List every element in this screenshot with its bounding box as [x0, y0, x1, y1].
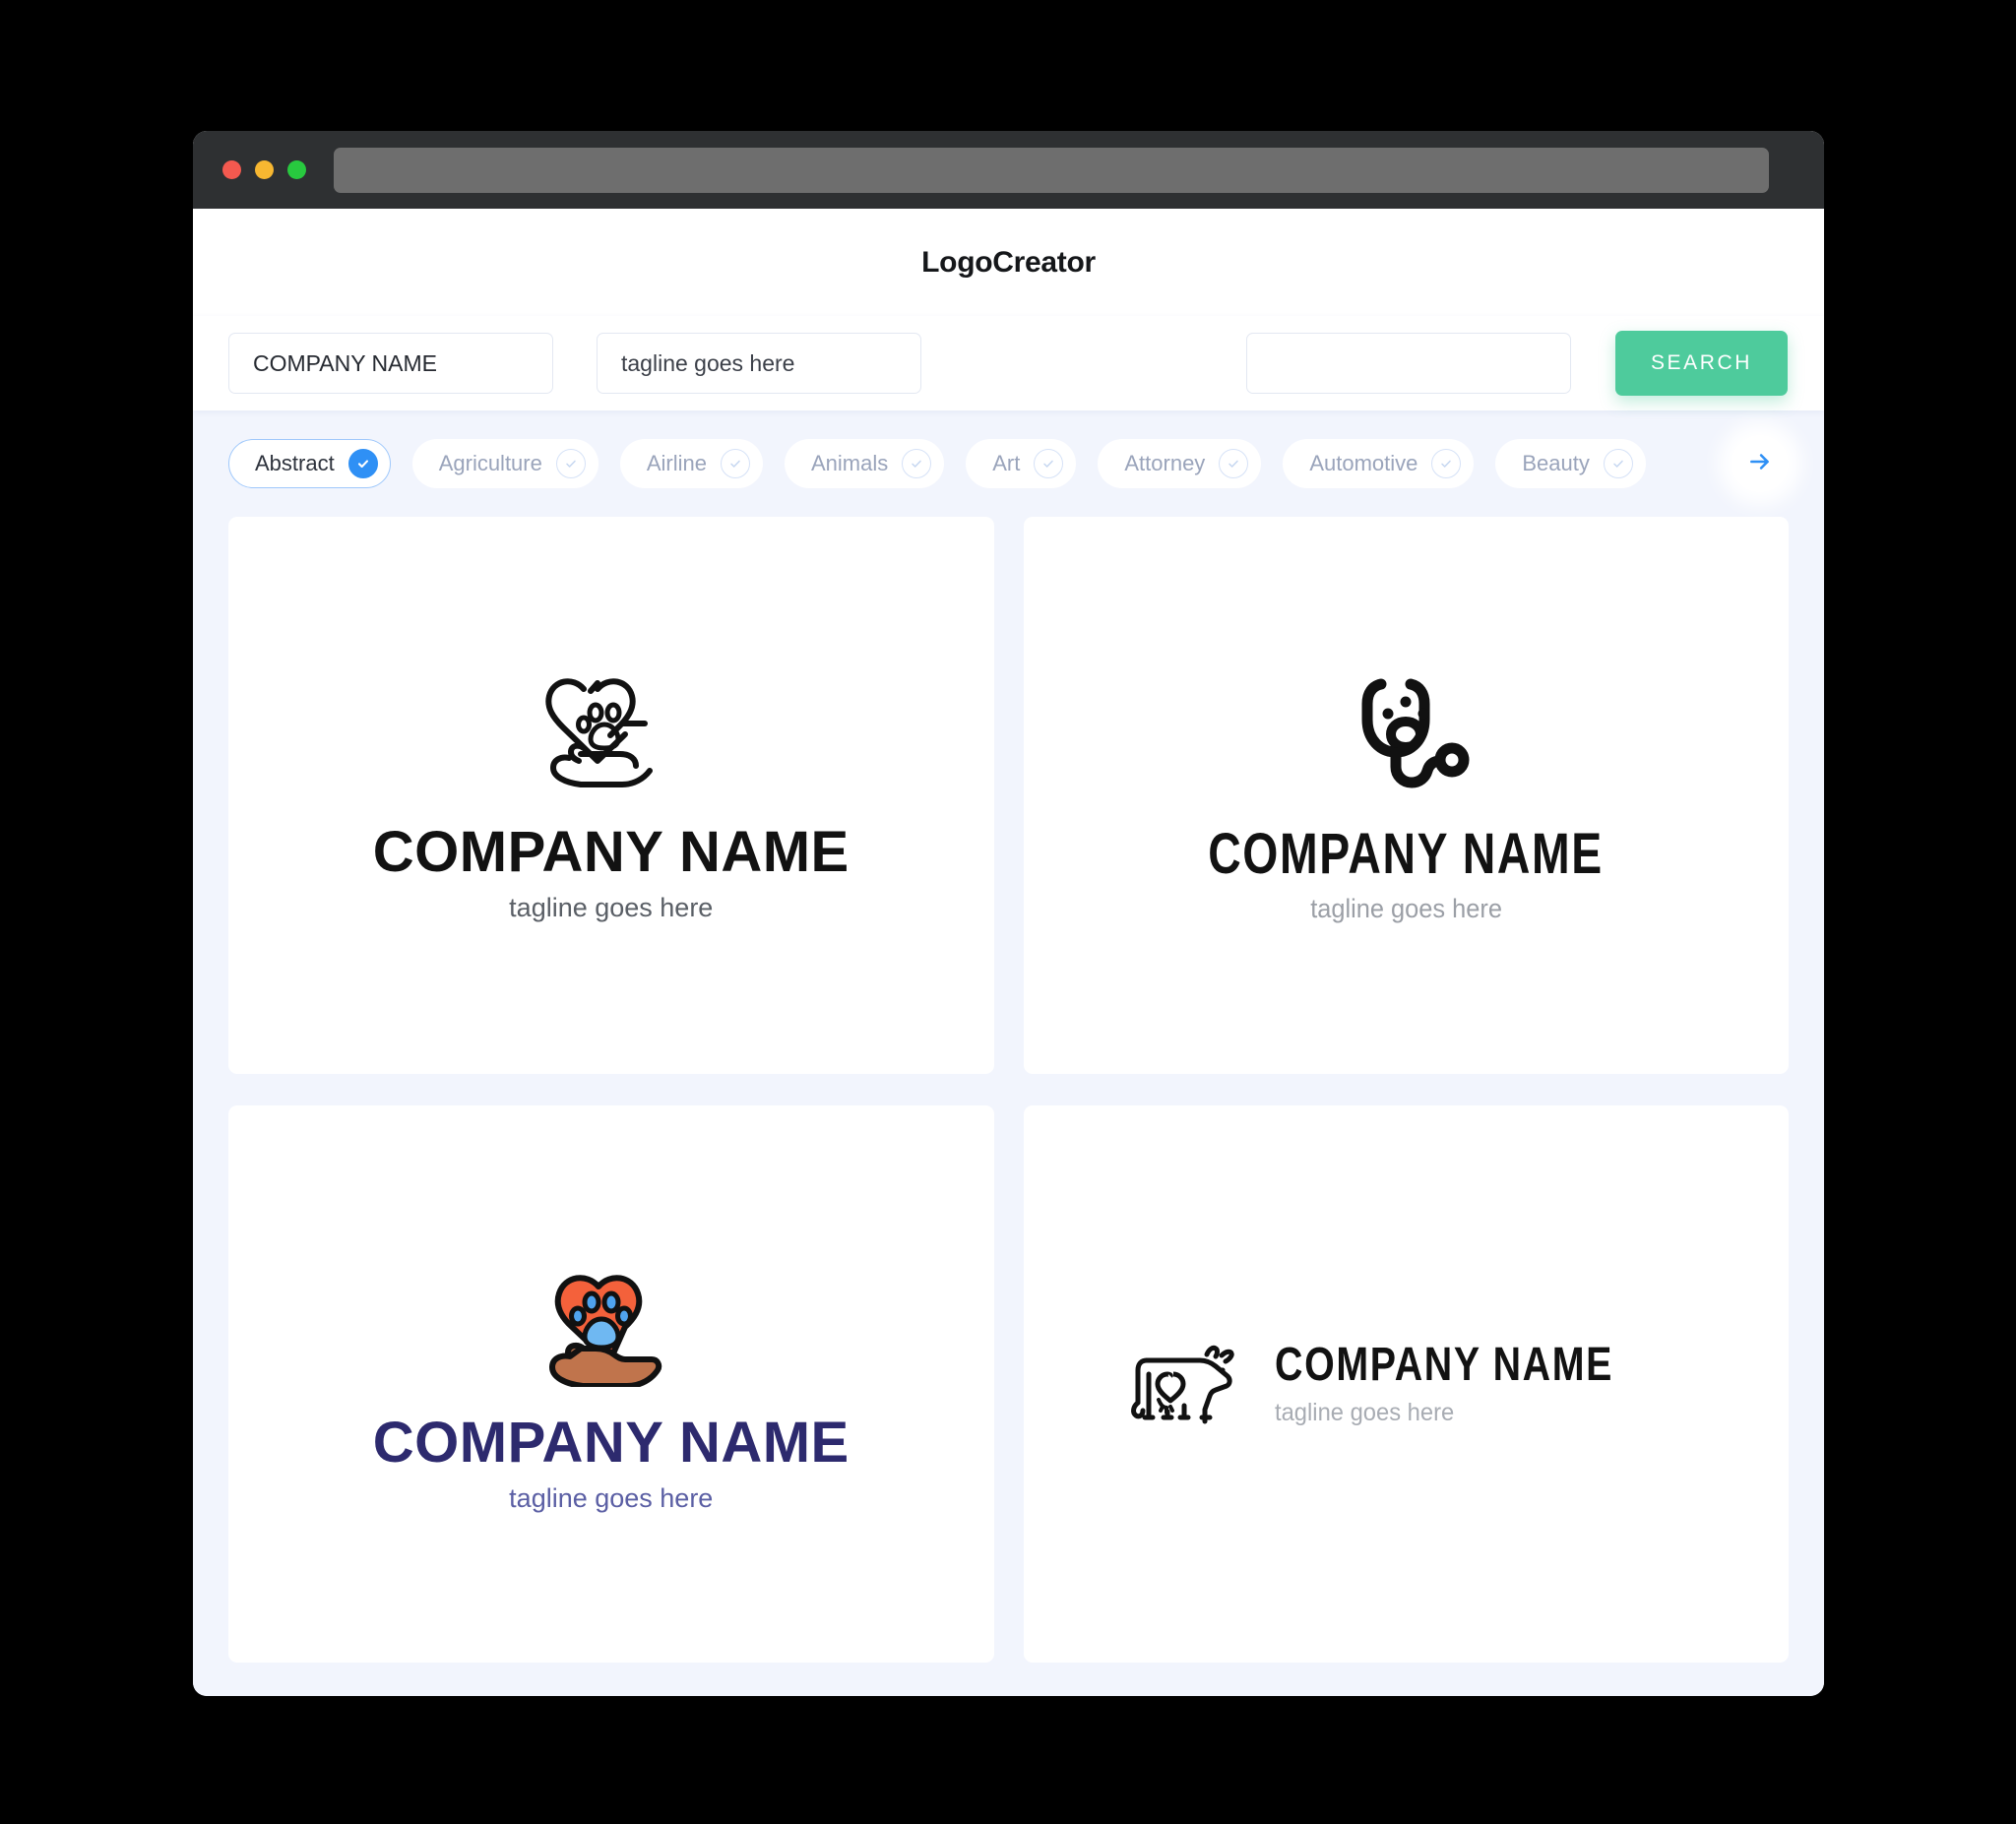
chip-label: Animals: [811, 451, 889, 475]
check-icon: [1219, 449, 1249, 478]
keyword-input[interactable]: [1246, 333, 1571, 394]
maximize-window-button[interactable]: [287, 160, 306, 179]
category-chip-airline[interactable]: Airline: [619, 439, 763, 488]
category-filter-bar: Abstract Agriculture Airline Animals Art…: [193, 410, 1824, 517]
heart-paw-in-hand-outline-icon: [525, 667, 697, 805]
logo-tagline: tagline goes here: [1309, 894, 1502, 924]
logo-company-name: COMPANY NAME: [1208, 821, 1605, 886]
category-chip-automotive[interactable]: Automotive: [1283, 439, 1475, 488]
close-window-button[interactable]: [222, 160, 241, 179]
category-chip-animals[interactable]: Animals: [785, 439, 945, 488]
logo-card[interactable]: COMPANY NAME tagline goes here: [1023, 1105, 1789, 1663]
company-name-input[interactable]: [228, 333, 553, 394]
chip-label: Attorney: [1124, 451, 1206, 475]
heart-paw-in-hand-color-icon: [525, 1254, 697, 1392]
category-chip-abstract[interactable]: Abstract: [228, 439, 391, 488]
logo-tagline: tagline goes here: [509, 1482, 714, 1513]
logo-card[interactable]: COMPANY NAME tagline goes here: [1023, 517, 1789, 1074]
logo-card[interactable]: COMPANY NAME tagline goes here: [228, 1105, 994, 1663]
check-icon: [902, 449, 932, 478]
category-chip-attorney[interactable]: Attorney: [1098, 439, 1262, 488]
arrow-right-icon: [1747, 449, 1773, 479]
app-header: LogoCreator: [193, 209, 1824, 316]
check-icon: [721, 449, 750, 478]
chip-label: Airline: [646, 451, 707, 475]
tagline-input[interactable]: [597, 333, 921, 394]
url-bar[interactable]: [334, 147, 1769, 193]
logo-results-grid: COMPANY NAME tagline goes here COMPANY N…: [193, 517, 1824, 1696]
browser-window: LogoCreator SEARCH Abstract Agriculture: [193, 131, 1824, 1696]
category-chip-art[interactable]: Art: [966, 439, 1077, 488]
chip-label: Abstract: [255, 451, 335, 475]
logo-company-name: COMPANY NAME: [372, 1411, 850, 1476]
check-icon: [1034, 449, 1064, 478]
chip-label: Agriculture: [438, 451, 542, 475]
cow-with-heart-icon: [1123, 1335, 1241, 1433]
logo-company-name: COMPANY NAME: [1275, 1339, 1614, 1392]
check-icon: [1603, 449, 1633, 478]
category-chip-agriculture[interactable]: Agriculture: [411, 439, 598, 488]
check-icon: [347, 449, 378, 478]
search-toolbar: SEARCH: [193, 316, 1824, 410]
search-button[interactable]: SEARCH: [1615, 331, 1788, 396]
app-body: LogoCreator SEARCH Abstract Agriculture: [193, 209, 1824, 1696]
chip-label: Automotive: [1309, 451, 1418, 475]
browser-titlebar: [193, 131, 1824, 209]
logo-tagline: tagline goes here: [1275, 1398, 1455, 1426]
check-icon: [555, 449, 586, 478]
next-categories-button[interactable]: [1732, 435, 1789, 492]
logo-tagline: tagline goes here: [509, 892, 714, 922]
stethoscope-dog-face-icon: [1332, 666, 1480, 809]
check-icon: [1431, 449, 1462, 478]
page-title: LogoCreator: [921, 245, 1096, 279]
screenshot-root: LogoCreator SEARCH Abstract Agriculture: [0, 0, 2016, 1824]
logo-company-name: COMPANY NAME: [372, 820, 850, 885]
chip-label: Beauty: [1522, 451, 1590, 475]
window-controls: [222, 160, 306, 179]
category-chip-beauty[interactable]: Beauty: [1495, 439, 1646, 488]
logo-card[interactable]: COMPANY NAME tagline goes here: [228, 517, 994, 1074]
chip-label: Art: [992, 451, 1021, 475]
minimize-window-button[interactable]: [255, 160, 274, 179]
